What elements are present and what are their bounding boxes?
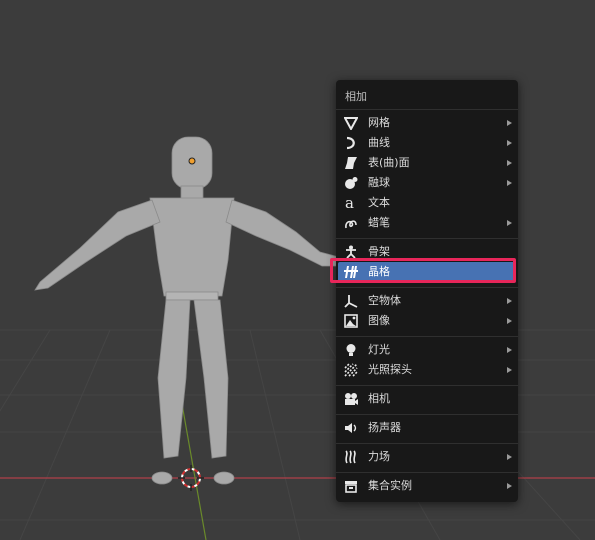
add-menu: 相加 网格 曲线 表(曲)面 融球 a 文本 蜡笔 骨架 晶格 空物体 图像 灯… bbox=[336, 80, 518, 502]
text-icon: a bbox=[345, 196, 354, 210]
light-icon bbox=[346, 344, 356, 356]
menu-item-camera[interactable]: 相机 bbox=[338, 389, 516, 409]
menu-separator bbox=[336, 443, 518, 444]
metaball-icon bbox=[345, 177, 358, 189]
svg-text:a: a bbox=[345, 196, 354, 210]
curve-icon bbox=[346, 136, 355, 150]
menu-separator bbox=[336, 414, 518, 415]
armature-icon bbox=[346, 245, 356, 259]
empty-icon bbox=[344, 295, 358, 308]
force-field-icon bbox=[345, 450, 356, 464]
menu-item-text[interactable]: a 文本 bbox=[338, 193, 516, 213]
lattice-icon bbox=[344, 266, 358, 278]
submenu-arrow-icon bbox=[507, 140, 512, 146]
menu-item-force-field[interactable]: 力场 bbox=[338, 447, 516, 467]
mesh-icon bbox=[344, 117, 358, 130]
menu-title: 相加 bbox=[345, 90, 367, 103]
menu-item-collection-instance[interactable]: 集合实例 bbox=[338, 476, 516, 496]
menu-separator bbox=[336, 287, 518, 288]
menu-item-surface[interactable]: 表(曲)面 bbox=[338, 153, 516, 173]
menu-item-image[interactable]: 图像 bbox=[338, 311, 516, 331]
image-icon bbox=[344, 314, 358, 328]
camera-icon bbox=[345, 393, 358, 405]
menu-item-speaker[interactable]: 扬声器 bbox=[338, 418, 516, 438]
submenu-arrow-icon bbox=[507, 367, 512, 373]
submenu-arrow-icon bbox=[507, 454, 512, 460]
grease-pencil-icon bbox=[345, 220, 357, 229]
menu-item-curve[interactable]: 曲线 bbox=[338, 133, 516, 153]
object-origin-dot bbox=[188, 157, 196, 165]
submenu-arrow-icon bbox=[507, 318, 512, 324]
submenu-arrow-icon bbox=[507, 483, 512, 489]
submenu-arrow-icon bbox=[507, 220, 512, 226]
menu-item-metaball[interactable]: 融球 bbox=[338, 173, 516, 193]
light-probe-icon bbox=[344, 363, 358, 377]
menu-item-grease-pencil[interactable]: 蜡笔 bbox=[338, 213, 516, 233]
menu-item-mesh[interactable]: 网格 bbox=[338, 113, 516, 133]
menu-item-light-probe[interactable]: 光照探头 bbox=[338, 360, 516, 380]
menu-item-lattice[interactable]: 晶格 bbox=[338, 262, 516, 282]
submenu-arrow-icon bbox=[507, 160, 512, 166]
menu-separator bbox=[336, 385, 518, 386]
menu-separator bbox=[336, 472, 518, 473]
menu-item-armature[interactable]: 骨架 bbox=[338, 242, 516, 262]
menu-separator bbox=[336, 238, 518, 239]
collection-instance-icon bbox=[345, 481, 357, 493]
submenu-arrow-icon bbox=[507, 347, 512, 353]
menu-separator bbox=[336, 336, 518, 337]
surface-icon bbox=[345, 157, 357, 169]
menu-separator bbox=[336, 109, 518, 110]
3d-viewport[interactable]: 相加 网格 曲线 表(曲)面 融球 a 文本 蜡笔 骨架 晶格 空物体 图像 灯… bbox=[0, 0, 595, 540]
submenu-arrow-icon bbox=[507, 120, 512, 126]
menu-item-empty[interactable]: 空物体 bbox=[338, 291, 516, 311]
submenu-arrow-icon bbox=[507, 298, 512, 304]
menu-item-light[interactable]: 灯光 bbox=[338, 340, 516, 360]
speaker-icon bbox=[345, 423, 357, 433]
submenu-arrow-icon bbox=[507, 180, 512, 186]
